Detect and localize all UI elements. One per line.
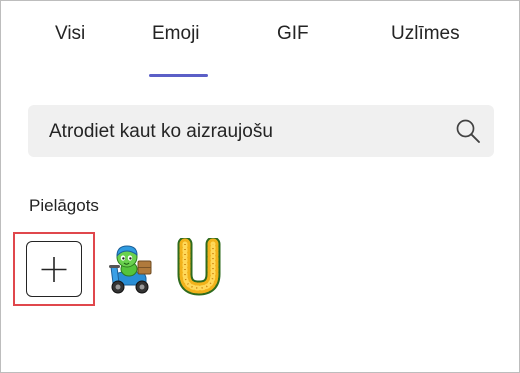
tab-gif[interactable]: GIF	[277, 23, 309, 45]
green-character-on-blue-scooter-emoji[interactable]	[105, 241, 157, 297]
golden-flower-letter-u-emoji[interactable]	[171, 236, 227, 296]
add-custom-emoji-button[interactable]	[26, 241, 82, 297]
plus-icon	[41, 257, 67, 282]
section-label-custom: Pielāgots	[29, 196, 99, 215]
tab-all[interactable]: Visi	[55, 23, 85, 45]
search-input-text: Atrodiet kaut ko aizraujošu	[49, 121, 273, 142]
tab-emoji[interactable]: Emoji	[152, 23, 200, 45]
tab-bar: Visi Emoji GIF Uzlīmes	[1, 1, 519, 79]
search-input[interactable]: Atrodiet kaut ko aizraujošu	[28, 105, 494, 157]
search-icon[interactable]	[454, 117, 482, 145]
emoji-picker-panel: Visi Emoji GIF Uzlīmes Atrodiet kaut ko …	[0, 0, 520, 373]
tab-stickers[interactable]: Uzlīmes	[391, 23, 460, 45]
selected-tab-indicator	[149, 74, 208, 77]
